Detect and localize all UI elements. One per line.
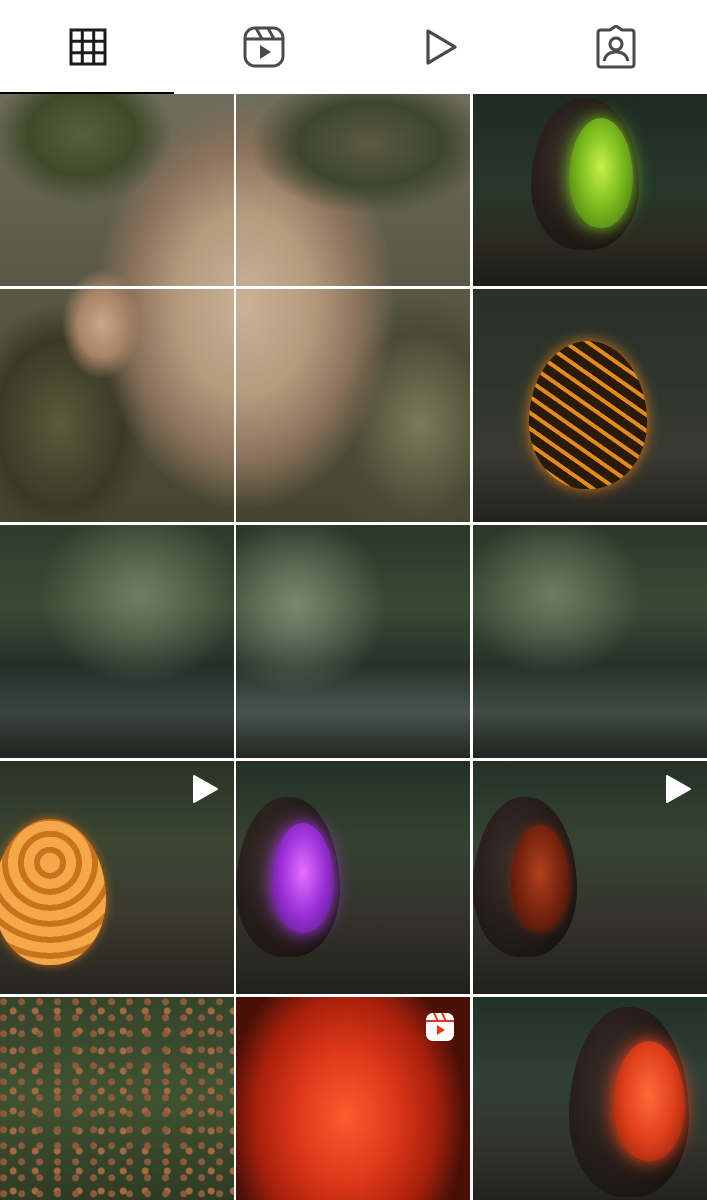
post-tile[interactable] bbox=[473, 525, 707, 758]
post-tile[interactable] bbox=[0, 94, 234, 286]
post-tile[interactable] bbox=[236, 94, 470, 286]
posts-grid bbox=[0, 94, 707, 1200]
post-tile[interactable] bbox=[473, 761, 707, 994]
post-tile[interactable] bbox=[0, 997, 234, 1200]
play-icon bbox=[661, 773, 693, 805]
post-tile[interactable] bbox=[473, 997, 707, 1200]
tagged-person-icon bbox=[594, 25, 638, 69]
post-tile[interactable] bbox=[236, 289, 470, 522]
play-icon bbox=[188, 773, 220, 805]
tab-reels[interactable] bbox=[176, 0, 352, 94]
reels-icon bbox=[424, 1011, 456, 1043]
post-tile[interactable] bbox=[473, 289, 707, 522]
reels-icon bbox=[242, 25, 286, 69]
tab-tagged[interactable] bbox=[528, 0, 704, 94]
post-tile[interactable] bbox=[0, 289, 234, 522]
post-tile[interactable] bbox=[236, 997, 470, 1200]
tab-posts-grid[interactable] bbox=[0, 0, 176, 94]
post-tile[interactable] bbox=[0, 525, 234, 758]
post-tile[interactable] bbox=[236, 525, 470, 758]
post-tile[interactable] bbox=[236, 761, 470, 994]
post-tile[interactable] bbox=[473, 94, 707, 286]
tab-videos[interactable] bbox=[352, 0, 528, 94]
profile-tab-bar bbox=[0, 0, 707, 94]
grid-icon bbox=[68, 27, 108, 67]
play-icon bbox=[420, 27, 460, 67]
post-tile[interactable] bbox=[0, 761, 234, 994]
